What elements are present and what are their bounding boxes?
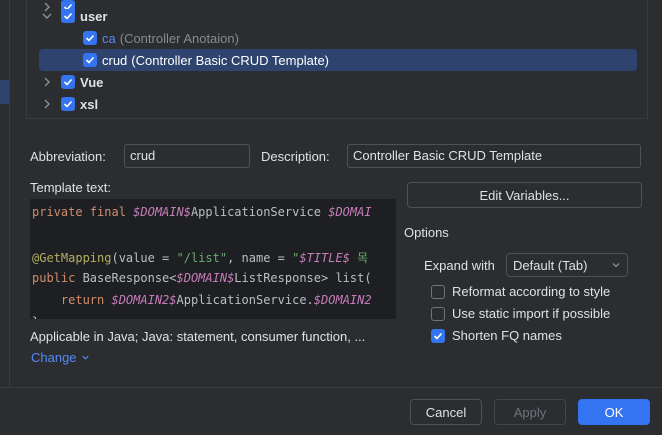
shorten-fq-option[interactable]: Shorten FQ names (431, 328, 562, 343)
checkbox-checked-icon[interactable] (61, 75, 75, 89)
checkbox-checked-icon[interactable] (431, 328, 445, 343)
code-line: return $DOMAIN2$ApplicationService.$DOMA… (32, 293, 372, 307)
tree-group-label: user (80, 8, 108, 24)
code-token: $DOMAIN2 (313, 293, 372, 307)
code-token: public (32, 271, 83, 285)
code-token: } (32, 315, 39, 319)
chevron-down-icon[interactable] (41, 10, 53, 22)
options-title: Options (404, 225, 449, 240)
code-line: private final $DOMAIN$ApplicationService… (32, 205, 372, 219)
code-token: 목 (349, 251, 369, 265)
code-token: @GetMapping (32, 251, 112, 265)
template-description: (Controller Anotaion) (119, 30, 239, 46)
change-link-label: Change (31, 350, 77, 365)
checkbox-unchecked-icon[interactable] (431, 284, 445, 299)
chevron-right-icon[interactable] (41, 76, 53, 88)
template-text-label: Template text: (30, 180, 111, 195)
tree-template-ca[interactable]: ca (Controller Anotaion) (83, 27, 662, 49)
description-field[interactable]: Controller Basic CRUD Template (347, 144, 641, 168)
chevron-down-icon (81, 350, 90, 365)
code-token: "/list" (176, 251, 228, 265)
code-token: BaseResponse< (82, 271, 177, 285)
expand-with-select[interactable]: Default (Tab) (506, 253, 628, 277)
tree-group-user[interactable]: user (41, 5, 661, 27)
code-token: $DOMAIN$ (176, 271, 235, 285)
shorten-fq-label: Shorten FQ names (452, 328, 562, 343)
checkbox-checked-icon[interactable] (83, 53, 97, 67)
apply-button[interactable]: Apply (494, 399, 566, 425)
code-token: $TITLE$ (299, 251, 350, 265)
description-label: Description: (261, 149, 330, 164)
code-token: return (32, 293, 112, 307)
static-import-option[interactable]: Use static import if possible (431, 306, 610, 321)
left-panel-strip (0, 0, 10, 387)
cancel-button[interactable]: Cancel (410, 399, 482, 425)
dialog-footer: Cancel Apply OK (0, 387, 662, 435)
checkbox-unchecked-icon[interactable] (431, 306, 445, 321)
template-text-editor[interactable]: private final $DOMAIN$ApplicationService… (30, 199, 396, 319)
code-line: @GetMapping(value = "/list", name = "$TI… (32, 249, 368, 266)
code-line: public BaseResponse<$DOMAIN$ListResponse… (32, 271, 372, 285)
applicable-contexts-text: Applicable in Java; Java: statement, con… (30, 329, 366, 344)
code-token: private final (32, 205, 134, 219)
change-link[interactable]: Change (31, 350, 90, 365)
code-line: } (32, 315, 39, 319)
code-token: $DOMAI (328, 205, 372, 219)
tree-group-xsl[interactable]: xsl (41, 93, 661, 115)
tree-group-label: Vue (80, 74, 104, 90)
tree-group-vue[interactable]: Vue (41, 71, 661, 93)
code-token: ApplicationService (190, 205, 329, 219)
reformat-label: Reformat according to style (452, 284, 611, 299)
code-token: $DOMAIN2$ (111, 293, 177, 307)
code-token: (value = (111, 251, 177, 265)
template-abbreviation: crud (102, 52, 128, 68)
expand-with-label: Expand with (424, 258, 495, 273)
code-token: ListResponse> list( (234, 271, 372, 285)
checkbox-checked-icon[interactable] (61, 9, 75, 23)
template-abbreviation: ca (102, 30, 116, 46)
chevron-down-icon (611, 258, 621, 273)
edit-variables-button[interactable]: Edit Variables... (407, 182, 642, 208)
ok-button[interactable]: OK (578, 399, 650, 425)
template-description: (Controller Basic CRUD Template) (131, 52, 330, 68)
expand-with-value: Default (Tab) (513, 257, 588, 273)
chevron-right-icon[interactable] (41, 98, 53, 110)
tree-group-label: xsl (80, 96, 99, 112)
abbreviation-label: Abbreviation: (30, 149, 106, 164)
left-panel-selection[interactable] (0, 80, 9, 104)
code-token: $DOMAIN$ (133, 205, 191, 219)
code-token: ApplicationService. (176, 293, 314, 307)
reformat-option[interactable]: Reformat according to style (431, 284, 610, 299)
static-import-label: Use static import if possible (452, 306, 611, 321)
abbreviation-field[interactable]: crud (124, 144, 250, 168)
template-tree: user ca (Controller Anotaion) crud (Cont… (26, 0, 648, 119)
code-token: , name = (227, 251, 293, 265)
checkbox-checked-icon[interactable] (61, 97, 75, 111)
tree-template-crud[interactable]: crud (Controller Basic CRUD Template) (39, 49, 637, 71)
checkbox-checked-icon[interactable] (83, 31, 97, 45)
